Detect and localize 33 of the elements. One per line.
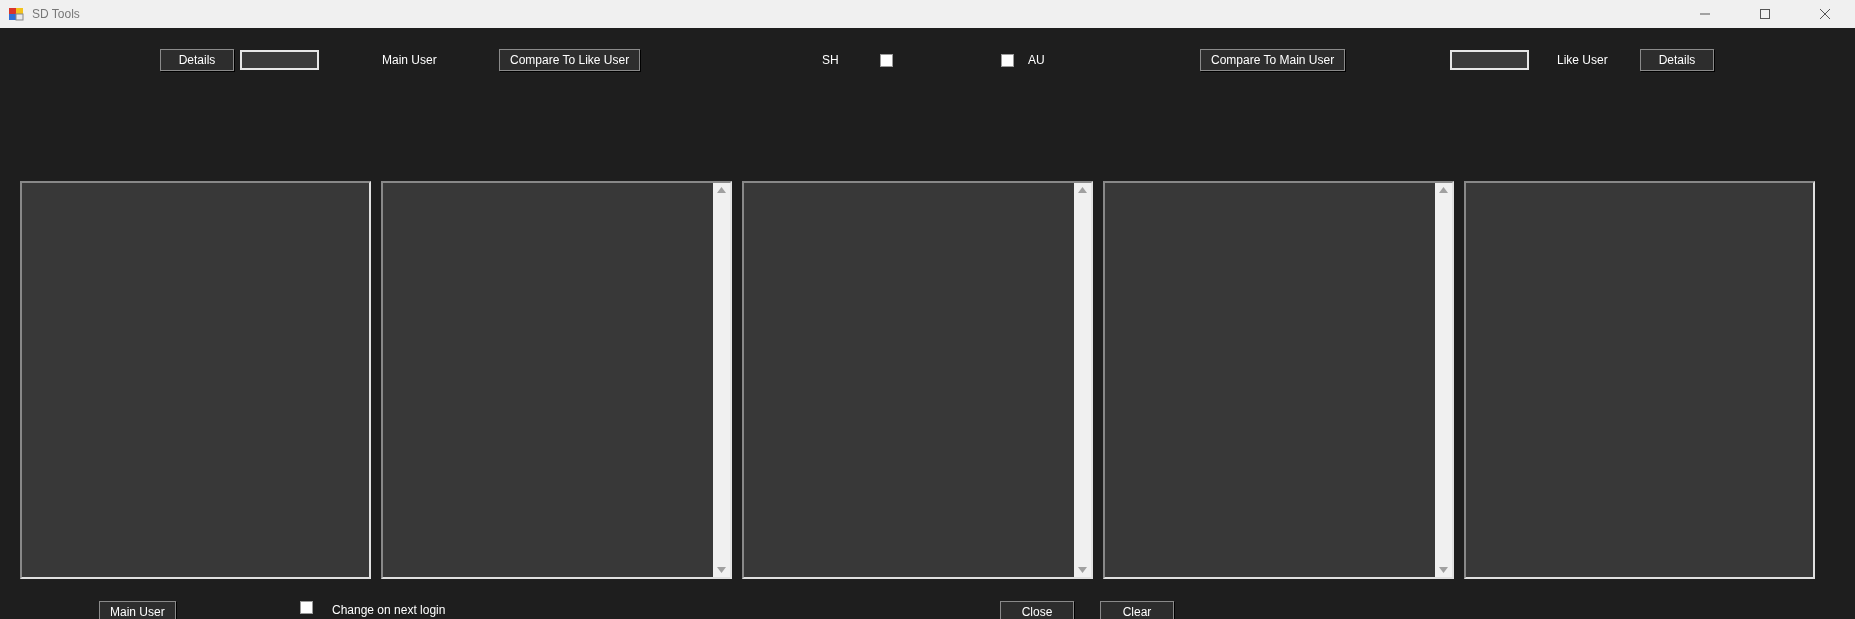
scrollbar[interactable] xyxy=(713,183,730,577)
field-label: Change on next login xyxy=(332,602,446,619)
maximize-icon[interactable] xyxy=(1759,8,1771,20)
list-box[interactable] xyxy=(1103,181,1454,579)
list-box[interactable] xyxy=(742,181,1093,579)
scroll-up-icon[interactable] xyxy=(1078,187,1087,193)
scroll-up-icon[interactable] xyxy=(1439,187,1448,193)
scroll-down-icon[interactable] xyxy=(1078,567,1087,573)
app-icon xyxy=(8,6,24,22)
button[interactable]: Details xyxy=(160,49,234,71)
field-label: SH xyxy=(822,52,839,69)
scroll-down-icon[interactable] xyxy=(717,567,726,573)
scrollbar[interactable] xyxy=(1074,183,1091,577)
field-label: Main User xyxy=(382,52,437,69)
scroll-down-icon[interactable] xyxy=(1439,567,1448,573)
list-box[interactable] xyxy=(381,181,732,579)
field-label: Like User xyxy=(1557,52,1608,69)
checkbox[interactable] xyxy=(300,601,313,614)
button[interactable]: Details xyxy=(1640,49,1714,71)
checkbox[interactable] xyxy=(880,53,893,67)
field-label: AU xyxy=(1028,52,1045,69)
button[interactable]: Close xyxy=(1000,601,1074,619)
scroll-up-icon[interactable] xyxy=(717,187,726,193)
window-title: SD Tools xyxy=(32,6,80,23)
checkbox[interactable] xyxy=(1001,53,1014,67)
button[interactable]: Clear xyxy=(1100,601,1174,619)
button[interactable]: Main User xyxy=(99,601,176,619)
text-field[interactable] xyxy=(1450,50,1529,70)
scrollbar[interactable] xyxy=(1435,183,1452,577)
button[interactable]: Compare To Like User xyxy=(499,49,641,71)
close-icon[interactable] xyxy=(1819,8,1831,20)
button[interactable]: Compare To Main User xyxy=(1200,49,1346,71)
text-field[interactable] xyxy=(240,50,319,70)
